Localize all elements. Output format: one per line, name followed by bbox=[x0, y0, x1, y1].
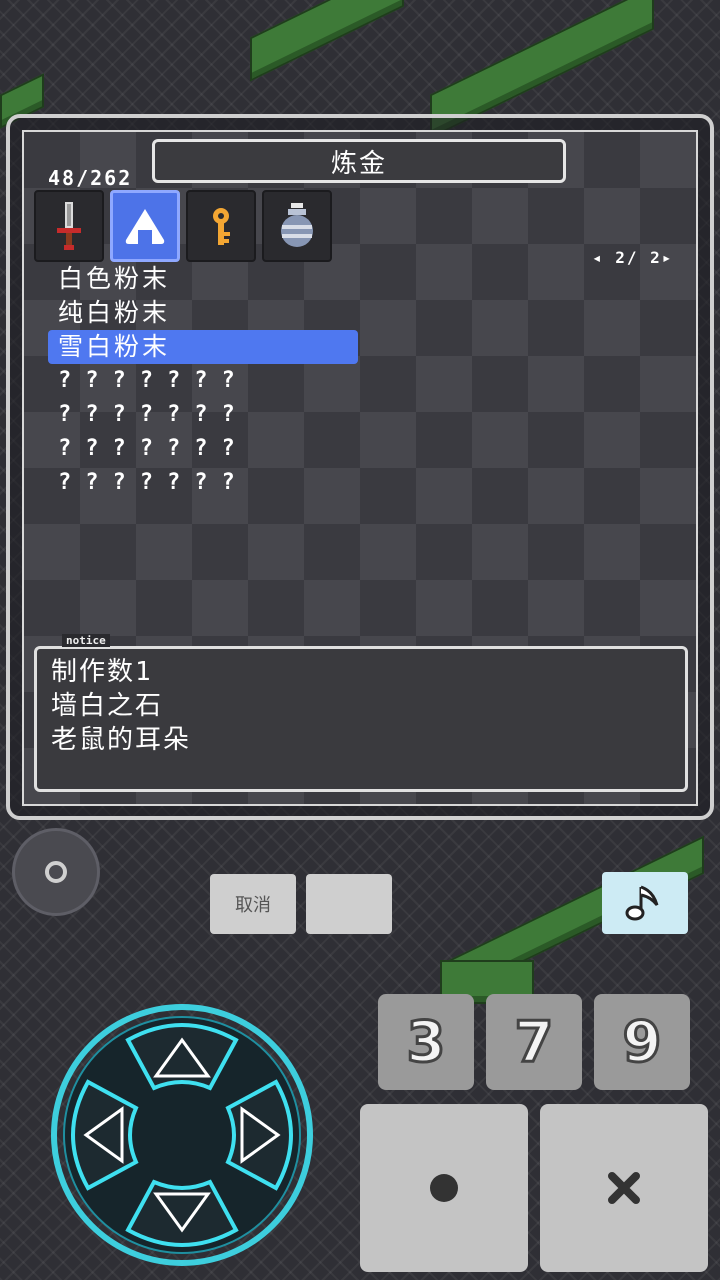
key-icon bbox=[213, 208, 230, 245]
tab-food[interactable] bbox=[110, 190, 180, 262]
num-button-7[interactable]: 7 bbox=[486, 994, 582, 1090]
confirm-button[interactable] bbox=[360, 1104, 528, 1272]
notice-line: 墙白之石 bbox=[51, 691, 164, 721]
list-item[interactable]: 白色粉末 bbox=[48, 262, 358, 296]
circle-icon bbox=[430, 1174, 458, 1202]
blank-button[interactable] bbox=[306, 874, 392, 934]
list-item-selected[interactable]: 雪白粉末 bbox=[48, 330, 358, 364]
gear-icon bbox=[45, 861, 67, 883]
tab-materials[interactable] bbox=[262, 190, 332, 262]
sword-icon bbox=[57, 202, 81, 250]
page-indicator[interactable]: ◂ 2/ 2▸ bbox=[592, 248, 673, 267]
music-button[interactable] bbox=[602, 872, 688, 934]
list-item-unknown[interactable]: ??????? bbox=[48, 398, 358, 432]
dpad[interactable] bbox=[48, 1000, 316, 1270]
window-title: 炼金 bbox=[152, 139, 566, 183]
cancel-x-button[interactable] bbox=[540, 1104, 708, 1272]
tab-weapon[interactable] bbox=[34, 190, 104, 262]
notice-label: notice bbox=[62, 634, 110, 647]
list-item-unknown[interactable]: ??????? bbox=[48, 466, 358, 500]
rice-ball-icon bbox=[125, 209, 165, 244]
list-item-unknown[interactable]: ??????? bbox=[48, 364, 358, 398]
tab-key-items[interactable] bbox=[186, 190, 256, 262]
list-item-unknown[interactable]: ??????? bbox=[48, 432, 358, 466]
window-title-text: 炼金 bbox=[330, 148, 387, 179]
music-note-icon bbox=[625, 885, 659, 921]
recipe-list: 白色粉末 纯白粉末 雪白粉末 ??????? ??????? ??????? ?… bbox=[48, 262, 358, 500]
jar-icon bbox=[281, 203, 313, 247]
item-count: 48/262 bbox=[48, 166, 133, 190]
cancel-button-label: 取消 bbox=[235, 895, 271, 916]
list-item[interactable]: 纯白粉末 bbox=[48, 296, 358, 330]
notice-line: 制作数1 bbox=[51, 657, 153, 687]
cancel-button[interactable]: 取消 bbox=[210, 874, 296, 934]
notice-box: 制作数1 墙白之石 老鼠的耳朵 bbox=[34, 646, 688, 792]
category-tabs bbox=[34, 190, 332, 262]
world-grass-tile bbox=[250, 0, 404, 82]
settings-gear-button[interactable] bbox=[12, 828, 100, 916]
num-button-9[interactable]: 9 bbox=[594, 994, 690, 1090]
notice-line: 老鼠的耳朵 bbox=[51, 725, 192, 755]
cross-icon bbox=[608, 1172, 640, 1204]
num-button-3[interactable]: 3 bbox=[378, 994, 474, 1090]
